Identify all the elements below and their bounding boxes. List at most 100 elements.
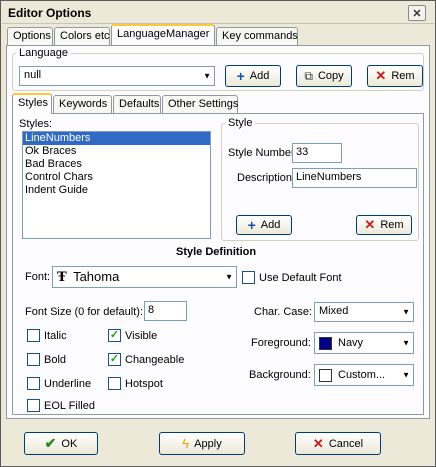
button-label: Copy bbox=[317, 70, 344, 82]
background-color-swatch bbox=[319, 368, 332, 382]
style-group-label: Style bbox=[225, 117, 256, 129]
cancel-button[interactable]: ✕ Cancel bbox=[295, 432, 381, 455]
checkbox-label: Changeable bbox=[125, 353, 185, 366]
tab-label: Defaults bbox=[119, 98, 160, 110]
visible-checkbox[interactable]: ✓ Visible bbox=[108, 329, 157, 342]
styles-list-label: Styles: bbox=[19, 118, 53, 130]
language-copy-button[interactable]: ⧉ Copy bbox=[296, 65, 352, 87]
checkbox-box bbox=[27, 329, 40, 342]
style-definition-heading: Style Definition bbox=[176, 246, 257, 258]
list-item[interactable]: Ok Braces bbox=[23, 145, 210, 158]
tab-key-commands[interactable]: Key commands bbox=[216, 27, 298, 46]
language-select-value: null bbox=[24, 69, 42, 81]
font-size-label: Font Size (0 for default): bbox=[25, 306, 143, 318]
char-case-select[interactable]: Mixed ▼ bbox=[314, 302, 414, 322]
checkbox-box: ✓ bbox=[108, 329, 121, 342]
checkbox-box bbox=[108, 377, 121, 390]
chevron-down-icon: ▼ bbox=[402, 307, 410, 317]
font-select-value: Tahoma bbox=[73, 269, 120, 284]
tab-label: Other Settings bbox=[168, 98, 239, 110]
tab-defaults[interactable]: Defaults bbox=[113, 95, 161, 114]
button-label: Rem bbox=[380, 219, 404, 231]
chevron-down-icon: ▼ bbox=[402, 338, 410, 348]
underline-checkbox[interactable]: Underline bbox=[27, 377, 91, 390]
checkbox-box: ✓ bbox=[108, 353, 121, 366]
checkbox-label: Underline bbox=[44, 377, 92, 390]
style-remove-button[interactable]: ✕ Rem bbox=[356, 215, 412, 235]
eol-filled-checkbox[interactable]: EOL Filled bbox=[27, 399, 95, 412]
button-label: OK bbox=[61, 437, 78, 450]
checkbox-box bbox=[27, 377, 40, 390]
tab-keywords[interactable]: Keywords bbox=[53, 95, 112, 114]
language-select[interactable]: null ▼ bbox=[19, 66, 215, 86]
tab-label: LanguageManager bbox=[117, 28, 210, 40]
font-size-input[interactable]: 8 bbox=[144, 301, 187, 321]
tab-label: Colors etc bbox=[60, 30, 110, 42]
language-manager-panel: Language null ▼ + Add ⧉ Copy ✕ Rem Style… bbox=[6, 45, 430, 419]
title-bar: Editor Options ✕ bbox=[2, 2, 434, 24]
tab-styles[interactable]: Styles bbox=[12, 93, 52, 114]
remove-icon: ✕ bbox=[364, 217, 376, 232]
language-remove-button[interactable]: ✕ Rem bbox=[367, 65, 423, 87]
list-item[interactable]: Bad Braces bbox=[23, 158, 210, 171]
window-title: Editor Options bbox=[8, 6, 92, 20]
cancel-icon: ✕ bbox=[312, 435, 324, 451]
copy-icon: ⧉ bbox=[304, 68, 313, 83]
apply-button[interactable]: ϟ Apply bbox=[159, 432, 245, 455]
char-case-label: Char. Case: bbox=[254, 306, 313, 318]
tab-label: Key commands bbox=[222, 30, 298, 42]
tab-language-manager[interactable]: LanguageManager bbox=[111, 24, 215, 45]
hotspot-checkbox[interactable]: Hotspot bbox=[108, 377, 163, 390]
plus-icon: + bbox=[247, 217, 256, 233]
truetype-font-icon: Ŧ bbox=[57, 270, 67, 285]
button-label: Rem bbox=[391, 70, 415, 82]
checkbox-label: Italic bbox=[44, 329, 67, 342]
list-item[interactable]: Indent Guide bbox=[23, 184, 210, 197]
chevron-down-icon: ▼ bbox=[225, 272, 233, 282]
foreground-color-swatch bbox=[319, 336, 332, 350]
button-label: Cancel bbox=[328, 437, 364, 450]
background-value: Custom... bbox=[338, 369, 386, 381]
use-default-font-checkbox[interactable]: Use Default Font bbox=[242, 271, 342, 284]
tab-other-settings[interactable]: Other Settings bbox=[162, 95, 238, 114]
language-add-button[interactable]: + Add bbox=[225, 65, 281, 87]
close-button[interactable]: ✕ bbox=[408, 5, 426, 21]
list-item[interactable]: LineNumbers bbox=[23, 132, 210, 145]
tab-label: Keywords bbox=[59, 98, 108, 110]
description-label: Description: bbox=[237, 172, 296, 184]
button-label: Add bbox=[260, 219, 281, 231]
foreground-label: Foreground: bbox=[251, 337, 311, 349]
checkbox-box bbox=[27, 353, 40, 366]
font-label: Font: bbox=[25, 271, 51, 283]
background-label: Background: bbox=[249, 369, 311, 381]
checkbox-label: EOL Filled bbox=[44, 399, 95, 412]
checkbox-label: Bold bbox=[44, 353, 67, 366]
list-item[interactable]: Control Chars bbox=[23, 171, 210, 184]
background-color-select[interactable]: Custom... ▼ bbox=[314, 364, 414, 386]
style-add-button[interactable]: + Add bbox=[236, 215, 292, 235]
button-label: Add bbox=[249, 70, 270, 82]
checkbox-box bbox=[27, 399, 40, 412]
chevron-down-icon: ▼ bbox=[203, 71, 211, 81]
changeable-checkbox[interactable]: ✓ Changeable bbox=[108, 353, 184, 366]
description-input[interactable]: LineNumbers bbox=[292, 168, 417, 188]
foreground-color-select[interactable]: Navy ▼ bbox=[314, 332, 414, 354]
language-group-label: Language bbox=[16, 47, 71, 59]
checkbox-box bbox=[242, 271, 255, 284]
bold-checkbox[interactable]: Bold bbox=[27, 353, 66, 366]
tab-label: Styles bbox=[18, 97, 48, 109]
styles-tab-panel: Styles: LineNumbers Ok Braces Bad Braces… bbox=[12, 113, 424, 415]
style-number-input[interactable]: 33 bbox=[292, 143, 342, 163]
tab-options[interactable]: Options bbox=[7, 27, 53, 46]
ok-button[interactable]: ✔ OK bbox=[24, 432, 98, 455]
styles-list[interactable]: LineNumbers Ok Braces Bad Braces Control… bbox=[22, 131, 211, 239]
chevron-down-icon: ▼ bbox=[402, 370, 410, 380]
checkbox-label: Visible bbox=[125, 329, 158, 342]
italic-checkbox[interactable]: Italic bbox=[27, 329, 67, 342]
font-select[interactable]: Ŧ Tahoma ▼ bbox=[52, 266, 237, 288]
button-label: Apply bbox=[194, 437, 222, 450]
style-number-label: Style Number: bbox=[228, 147, 298, 159]
lightning-icon: ϟ bbox=[182, 436, 190, 451]
tab-colors-etc[interactable]: Colors etc bbox=[54, 27, 110, 46]
checkmark-icon: ✔ bbox=[44, 435, 57, 451]
